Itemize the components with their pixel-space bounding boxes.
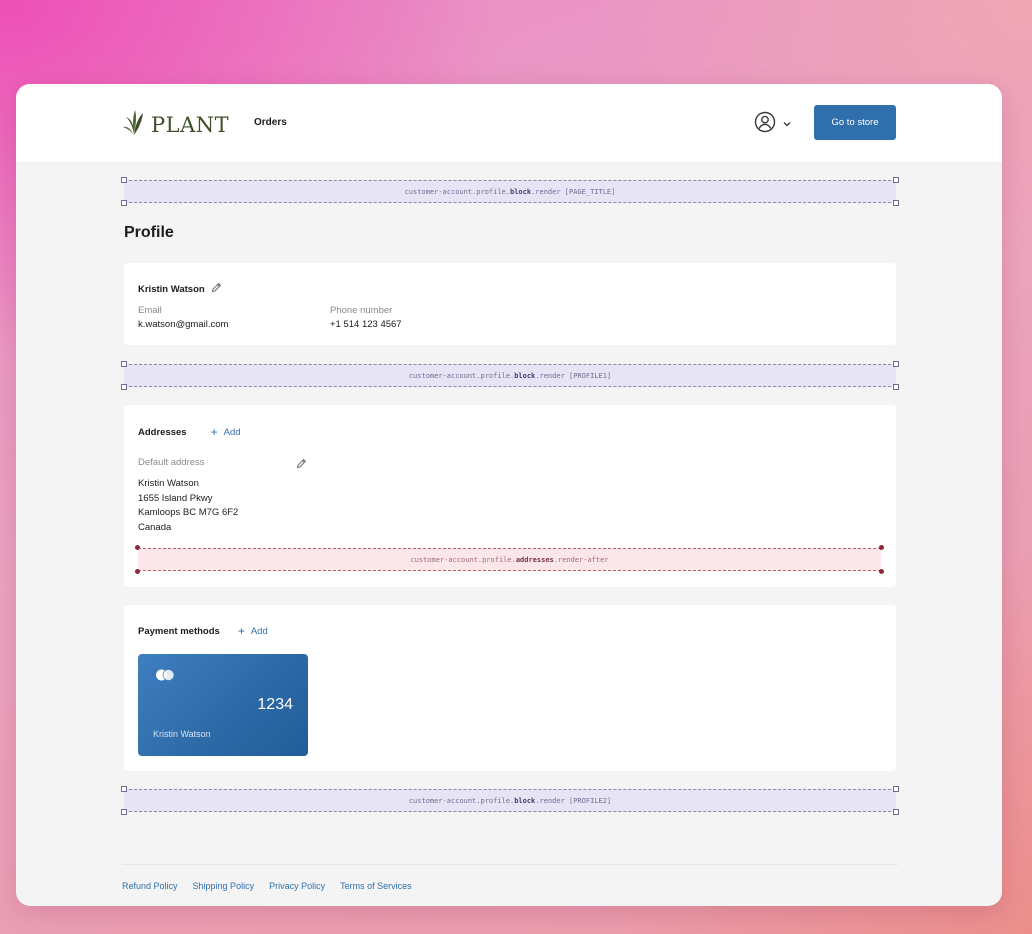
add-address-label: Add xyxy=(223,426,241,438)
payment-methods-card: Payment methods + Add 1234 Kristin Watso… xyxy=(124,605,896,771)
extension-profile2-placeholder: customer-account.profile.block.render [P… xyxy=(121,786,899,815)
user-circle-icon xyxy=(754,111,776,138)
extension-profile1-placeholder: customer-account.profile.block.render [P… xyxy=(121,361,899,390)
chevron-down-icon xyxy=(782,116,792,134)
address-line: Canada xyxy=(138,521,172,533)
page-title: Profile xyxy=(124,224,174,241)
email-value: k.watson@gmail.com xyxy=(138,319,229,330)
footer-link-terms-of-services[interactable]: Terms of Services xyxy=(340,881,412,891)
extension-addresses-render-after-placeholder: customer-account.profile.addresses.rende… xyxy=(135,545,884,574)
footer-link-privacy-policy[interactable]: Privacy Policy xyxy=(269,881,325,891)
extension-profile2-label: customer-account.profile.block.render [P… xyxy=(408,796,612,805)
address-line: Kamloops BC M7G 6F2 xyxy=(138,507,239,518)
footer-divider xyxy=(122,864,898,865)
phone-value: +1 514 123 4567 xyxy=(330,319,402,330)
extension-profile1-label: customer-account.profile.block.render [P… xyxy=(408,371,612,380)
email-label: Email xyxy=(138,305,162,316)
extension-page-title-placeholder: customer-account.profile.block.render [P… xyxy=(121,177,899,206)
plant-leaf-logo-icon xyxy=(122,108,146,141)
card-last4: 1234 xyxy=(257,696,293,713)
brand-logo[interactable]: PLANT xyxy=(122,108,229,141)
header: PLANT Orders Go to store xyxy=(16,84,1002,162)
add-payment-method-label: Add xyxy=(250,625,268,637)
address-line: 1655 Island Pkwy xyxy=(138,492,213,504)
card-network-icon xyxy=(154,668,176,687)
profile-card: Kristin Watson Email k.watson@gmail.com … xyxy=(124,263,896,345)
address-line: Kristin Watson xyxy=(138,478,199,489)
brand-name: PLANT xyxy=(151,112,230,137)
payment-card[interactable]: 1234 Kristin Watson xyxy=(138,654,308,756)
account-menu[interactable] xyxy=(754,111,792,138)
profile-name: Kristin Watson xyxy=(138,283,205,295)
plus-icon: + xyxy=(237,624,245,638)
footer-link-shipping-policy[interactable]: Shipping Policy xyxy=(193,881,255,891)
default-address-block: Kristin Watson 1655 Island Pkwy Kamloops… xyxy=(138,477,238,535)
addresses-card: Addresses + Add Default address Kristin … xyxy=(124,405,896,587)
phone-label: Phone number xyxy=(330,305,393,316)
pencil-icon[interactable] xyxy=(296,456,307,474)
payment-methods-title: Payment methods xyxy=(138,625,220,637)
add-address-button[interactable]: + Add xyxy=(211,425,241,439)
add-payment-method-button[interactable]: + Add xyxy=(238,624,268,638)
extension-addresses-render-after-label: customer-account.profile.addresses.rende… xyxy=(410,555,609,564)
go-to-store-button[interactable]: Go to store xyxy=(814,105,896,140)
customer-account-window: PLANT Orders Go to store customer-accoun… xyxy=(16,84,1002,906)
addresses-title: Addresses xyxy=(138,426,187,438)
card-holder-name: Kristin Watson xyxy=(153,729,211,739)
footer-link-refund-policy[interactable]: Refund Policy xyxy=(122,881,178,891)
extension-page-title-label: customer-account.profile.block.render [P… xyxy=(404,187,616,196)
footer-links: Refund Policy Shipping Policy Privacy Po… xyxy=(122,881,412,891)
default-address-label: Default address xyxy=(138,457,205,468)
nav-orders-link[interactable]: Orders xyxy=(254,117,287,128)
plus-icon: + xyxy=(210,425,218,439)
pencil-icon[interactable] xyxy=(211,280,222,298)
